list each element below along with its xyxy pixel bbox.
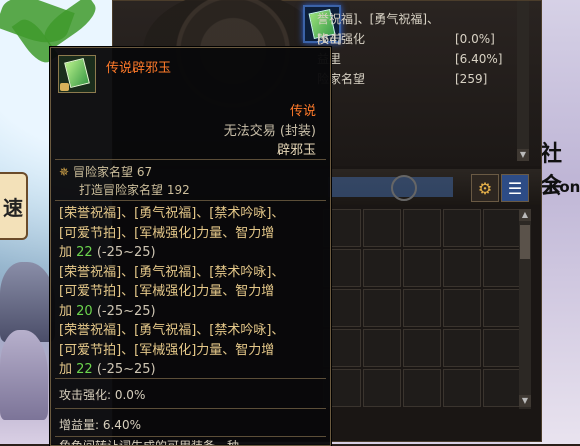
bonus-list: [荣誉祝福]、[勇气祝福]、[禁术吟咏]、 [可爱节拍]、[军械强化]力量、智力…	[59, 204, 323, 380]
scroll-down-icon[interactable]: ▼	[519, 395, 531, 407]
forge-fame-value: 192	[166, 183, 190, 197]
item-tooltip: 传说辟邪玉 传说 无法交易 (封装) 辟邪玉 ✵ 冒险家名望 67 打造冒险家名望…	[50, 47, 331, 446]
floating-rock	[0, 330, 48, 420]
fame-icon: ✵	[59, 165, 70, 179]
stat-label: 攻击强化	[317, 32, 366, 46]
bonus-line: [可爱节拍]、[军械强化]力量、智力增	[59, 342, 275, 358]
bonus-line: [可爱节拍]、[军械强化]力量、智力增	[59, 284, 275, 299]
inventory-slot[interactable]	[483, 289, 521, 327]
bonus-line: [可爱节拍]、[军械强化]力量、智力增	[59, 225, 275, 241]
inventory-slot[interactable]	[443, 369, 481, 407]
inventory-slot[interactable]	[403, 369, 441, 407]
tooltip-divider	[55, 436, 326, 437]
stat-row: 誉祝福]、[勇气祝福]、[64]	[317, 9, 527, 46]
bonus-value: 22	[76, 362, 93, 377]
trade-status: 无法交易 (封装)	[223, 124, 316, 139]
forge-fame-row: 打造冒险家名望 192	[59, 181, 190, 199]
inventory-slot[interactable]	[483, 329, 521, 367]
inventory-slot[interactable]	[483, 209, 521, 247]
inventory-slot[interactable]	[363, 329, 401, 367]
fame-value: 67	[136, 165, 153, 179]
gear-icon[interactable]: ⚙	[471, 174, 499, 202]
inventory-grid	[323, 209, 521, 409]
bonus-range: (-25~25)	[92, 362, 156, 377]
inventory-slot[interactable]	[483, 249, 521, 287]
speed-button[interactable]: 速	[0, 172, 28, 240]
fame-label: 冒险家名望	[73, 165, 134, 179]
player-name-label: Kon	[548, 178, 580, 196]
item-icon	[58, 55, 96, 93]
item-rarity: 传说	[289, 104, 316, 119]
tooltip-divider	[55, 408, 326, 409]
scrollbar-thumb[interactable]	[520, 225, 530, 259]
stat-row: 险家名望 [259]	[317, 69, 527, 89]
inventory-slot[interactable]	[363, 289, 401, 327]
inventory-slot[interactable]	[403, 329, 441, 367]
fame-row: ✵ 冒险家名望 67	[59, 163, 190, 181]
bonus-value-line: 加 22 (-25~25)	[59, 243, 323, 263]
stat-row: 攻击强化 [0.0%]	[317, 29, 527, 49]
bonus-value: 22	[76, 245, 93, 260]
inventory-slot[interactable]	[363, 249, 401, 287]
bonus-line: [荣誉祝福]、[勇气祝福]、[禁术吟咏]、	[59, 264, 285, 280]
inventory-slot[interactable]	[443, 209, 481, 247]
bonus-value: 20	[76, 303, 93, 319]
list-icon[interactable]: ☰	[501, 174, 529, 202]
stat-label: 誉祝福]、[勇气祝福]、[64]	[317, 12, 440, 46]
inventory-scrollbar[interactable]: ▲ ▼	[519, 209, 531, 409]
speed-label: 速	[3, 195, 23, 220]
inventory-slot[interactable]	[443, 329, 481, 367]
bonus-prefix: 加	[59, 245, 77, 260]
bonus-block: [荣誉祝福]、[勇气祝福]、[禁术吟咏]、 [可爱节拍]、[军械强化]力量、智力…	[59, 263, 323, 322]
bonus-prefix: 加	[59, 362, 77, 377]
scroll-up-icon[interactable]: ▲	[519, 209, 531, 221]
stats-scrollbar[interactable]: ▼	[517, 1, 529, 161]
bonus-range: (-25~25)	[92, 245, 156, 260]
circle-button[interactable]	[391, 175, 417, 201]
gain-stat: 增益量: 6.40%	[59, 418, 141, 432]
scroll-down-icon[interactable]: ▼	[517, 149, 529, 161]
bonus-line: [荣誉祝福]、[勇气祝福]、[禁术吟咏]、	[59, 206, 285, 221]
attack-boost-stat: 攻击强化: 0.0%	[59, 388, 146, 402]
inventory-slot[interactable]	[403, 289, 441, 327]
inventory-slot[interactable]	[363, 369, 401, 407]
bonus-value-line: 加 20 (-25~25)	[59, 302, 323, 322]
item-type: 辟邪玉	[276, 143, 316, 158]
inventory-slot[interactable]	[443, 289, 481, 327]
tooltip-divider	[55, 378, 326, 379]
tooltip-divider	[55, 159, 326, 160]
inventory-slot[interactable]	[483, 369, 521, 407]
item-name: 传说辟邪玉	[106, 61, 172, 76]
tooltip-header: 传说辟邪玉 传说 无法交易 (封装) 辟邪玉	[51, 48, 330, 158]
equipment-stats-list: 誉祝福]、[勇气祝福]、[64] 攻击强化 [0.0%] 益里 [6.40%] …	[317, 9, 527, 89]
inventory-slot[interactable]	[363, 209, 401, 247]
bonus-range: (-25~25)	[92, 303, 156, 319]
inventory-slot[interactable]	[403, 249, 441, 287]
inventory-slot[interactable]	[403, 209, 441, 247]
lock-icon	[60, 83, 69, 91]
bonus-block: [荣誉祝福]、[勇气祝福]、[禁术吟咏]、 [可爱节拍]、[军械强化]力量、智力…	[59, 204, 323, 263]
bonus-line: [荣誉祝福]、[勇气祝福]、[禁术吟咏]、	[59, 323, 285, 338]
bonus-prefix: 加	[59, 303, 77, 319]
tooltip-description-cut: 角色间转让词生成的可用装备一种	[59, 440, 239, 445]
stat-row: 益里 [6.40%]	[317, 49, 527, 69]
bonus-block: [荣誉祝福]、[勇气祝福]、[禁术吟咏]、 [可爱节拍]、[军械强化]力量、智力…	[59, 321, 323, 380]
forge-fame-label: 打造冒险家名望	[79, 183, 164, 197]
tooltip-divider	[55, 200, 326, 201]
bonus-value-line: 加 22 (-25~25)	[59, 360, 323, 380]
inventory-slot[interactable]	[443, 249, 481, 287]
fame-section: ✵ 冒险家名望 67 打造冒险家名望 192	[59, 163, 190, 199]
